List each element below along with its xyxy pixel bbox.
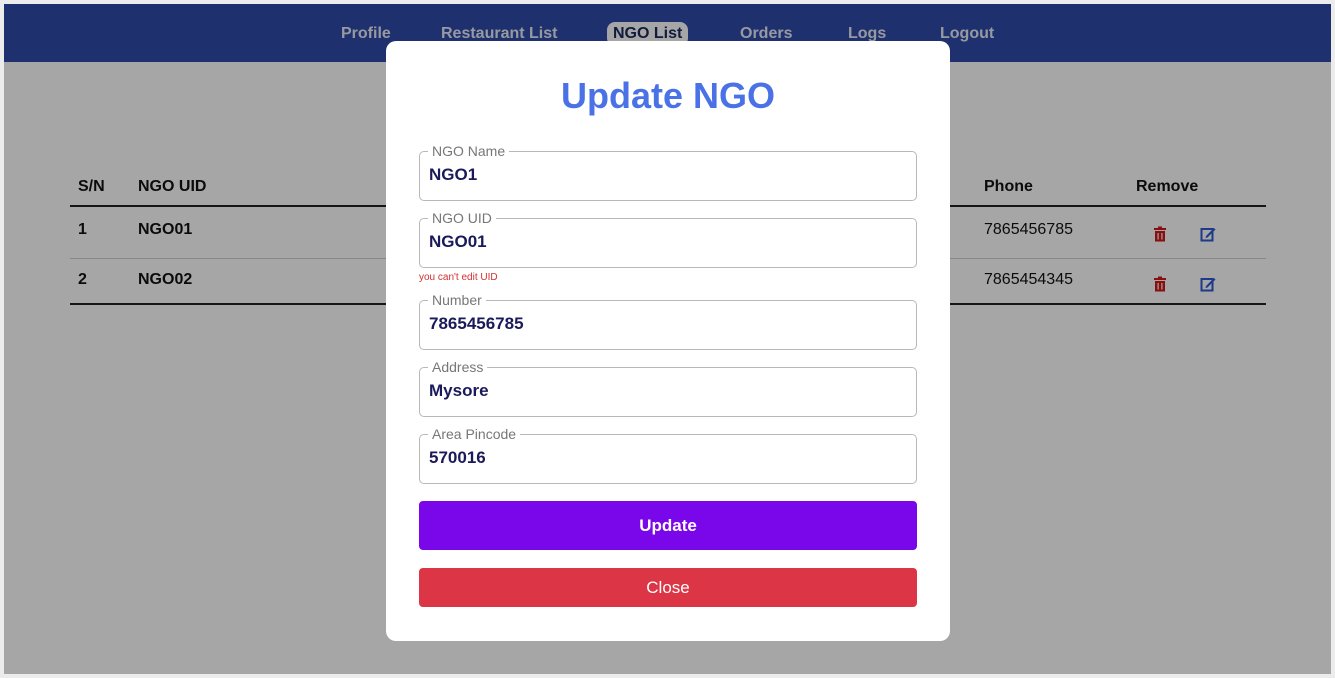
number-field: Number: [419, 291, 917, 350]
ngo-name-field: NGO Name: [419, 142, 917, 201]
uid-hint: you can't edit UID: [419, 272, 498, 283]
update-ngo-modal: Update NGO NGO Name NGO UID you can't ed…: [386, 41, 950, 641]
number-input[interactable]: [429, 314, 899, 334]
address-field: Address: [419, 358, 917, 417]
app-frame: Profile Restaurant List NGO List Orders …: [4, 4, 1331, 674]
modal-title: Update NGO: [560, 75, 775, 116]
address-label: Address: [428, 358, 488, 376]
update-button[interactable]: Update: [419, 501, 917, 550]
pincode-field: Area Pincode: [419, 425, 917, 484]
ngo-name-label: NGO Name: [428, 142, 510, 160]
ngo-uid-label: NGO UID: [428, 209, 496, 227]
ngo-name-input[interactable]: [429, 165, 899, 185]
pincode-input[interactable]: [429, 448, 899, 468]
address-input[interactable]: [429, 381, 899, 401]
pincode-label: Area Pincode: [428, 425, 521, 443]
number-label: Number: [428, 291, 486, 309]
close-button[interactable]: Close: [419, 568, 917, 607]
ngo-uid-field: NGO UID: [419, 209, 917, 268]
ngo-uid-input[interactable]: [429, 232, 899, 252]
